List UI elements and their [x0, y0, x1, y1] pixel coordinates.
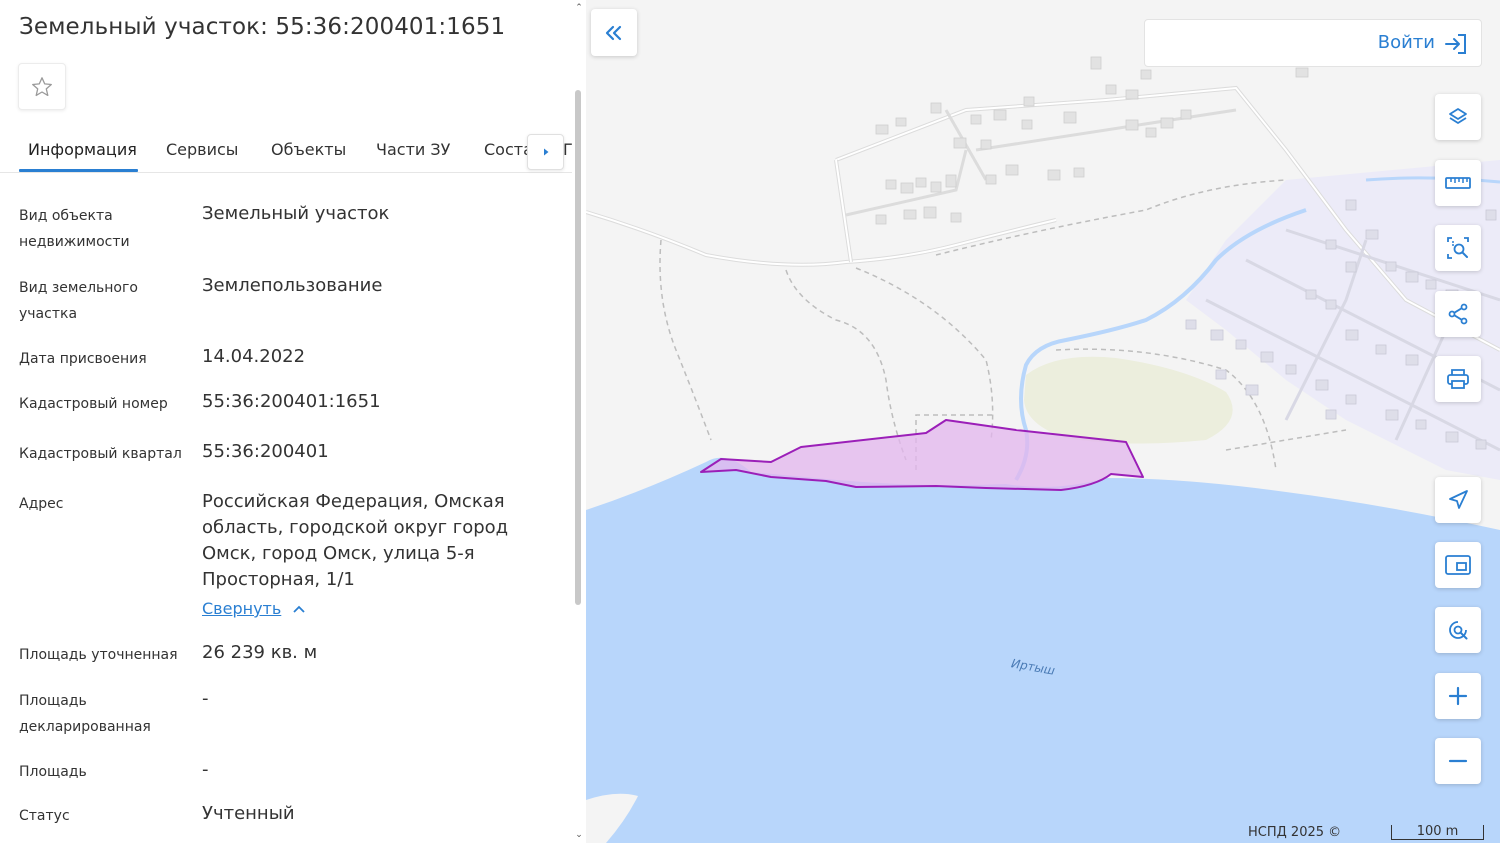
- map-search-button[interactable]: [1435, 607, 1481, 653]
- scroll-down-arrow[interactable]: ⌄: [572, 828, 586, 842]
- double-chevron-left-icon: [605, 25, 622, 40]
- panel-scrollbar[interactable]: ⌃ ⌄: [572, 0, 586, 843]
- value-assignment-date: 14.04.2022: [202, 346, 306, 367]
- tab-composition[interactable]: Соста: [484, 140, 533, 159]
- label-area-refined: Площадь уточненная: [19, 647, 178, 663]
- area-search-icon: [1447, 237, 1469, 259]
- scroll-up-arrow[interactable]: ⌃: [572, 1, 586, 15]
- tabs-scroll-right-button[interactable]: [527, 134, 564, 170]
- value-object-type: Земельный участок: [202, 203, 390, 224]
- caret-right-icon: [543, 148, 548, 156]
- zoom-out-button[interactable]: [1435, 738, 1481, 784]
- collapse-address-link[interactable]: Свернуть: [202, 599, 305, 618]
- tab-information[interactable]: Информация: [28, 140, 137, 159]
- layers-icon: [1449, 108, 1467, 124]
- value-area: -: [202, 759, 209, 780]
- collapse-label: Свернуть: [202, 599, 282, 618]
- scroll-thumb[interactable]: [575, 90, 581, 605]
- info-panel: Земельный участок: 55:36:200401:1651 Инф…: [0, 0, 586, 843]
- label-object-type: Вид объекта недвижимости: [19, 208, 130, 250]
- layers-button[interactable]: [1435, 94, 1481, 140]
- share-icon: [1448, 303, 1468, 325]
- active-tab-indicator: [19, 169, 138, 172]
- label-cadastral-number: Кадастровый номер: [19, 396, 168, 412]
- label-cadastral-quarter: Кадастровый квартал: [19, 446, 182, 462]
- share-button[interactable]: [1435, 291, 1481, 337]
- select-area-button[interactable]: [1435, 225, 1481, 271]
- collapse-panel-button[interactable]: [591, 9, 637, 56]
- login-button[interactable]: Войти: [1144, 19, 1482, 67]
- label-status: Статус: [19, 808, 70, 824]
- minimap-icon: [1445, 555, 1471, 575]
- copyright-label: НСПД 2025 ©: [1248, 825, 1342, 840]
- page-title: Земельный участок: 55:36:200401:1651: [19, 14, 506, 40]
- minus-icon: [1448, 759, 1468, 763]
- login-label: Войти: [1377, 32, 1435, 53]
- printer-icon: [1447, 369, 1469, 389]
- ruler-icon: [1445, 177, 1471, 189]
- selected-parcel-polygon[interactable]: [586, 0, 1500, 843]
- minimap-button[interactable]: [1435, 542, 1481, 588]
- scale-bar: 100 m: [1391, 825, 1484, 840]
- value-cadastral-quarter: 55:36:200401: [202, 441, 329, 462]
- measure-button[interactable]: [1435, 160, 1481, 206]
- tab-objects[interactable]: Объекты: [271, 140, 346, 159]
- location-arrow-icon: [1449, 490, 1468, 509]
- value-land-type: Землепользование: [202, 275, 383, 296]
- value-area-refined: 26 239 кв. м: [202, 642, 318, 663]
- locate-button[interactable]: [1435, 477, 1481, 523]
- favorite-button[interactable]: [18, 63, 66, 110]
- label-address: Адрес: [19, 496, 64, 512]
- label-land-type: Вид земельного участка: [19, 280, 138, 322]
- plus-icon: [1448, 686, 1468, 706]
- tab-services[interactable]: Сервисы: [166, 140, 238, 159]
- value-address: Российская Федерация, Омская область, го…: [202, 491, 509, 590]
- map-canvas[interactable]: Иртыш Войти НСПД 2025 © 100 m: [586, 0, 1500, 843]
- value-cadastral-number: 55:36:200401:1651: [202, 391, 381, 412]
- zoom-in-button[interactable]: [1435, 673, 1481, 719]
- chevron-up-icon: [293, 605, 305, 613]
- label-area-declared: Площадь декларированная: [19, 693, 151, 735]
- value-area-declared: -: [202, 688, 209, 709]
- tab-bar: Информация Сервисы Объекты Части ЗУ Сост…: [0, 128, 573, 173]
- value-status: Учтенный: [202, 803, 295, 824]
- sign-in-icon: [1445, 34, 1466, 54]
- label-assignment-date: Дата присвоения: [19, 351, 147, 367]
- map-search-icon: [1449, 621, 1468, 640]
- tab-parcel-parts[interactable]: Части ЗУ: [376, 140, 450, 159]
- star-outline-icon: [32, 76, 52, 96]
- label-area: Площадь: [19, 764, 87, 780]
- print-button[interactable]: [1435, 356, 1481, 402]
